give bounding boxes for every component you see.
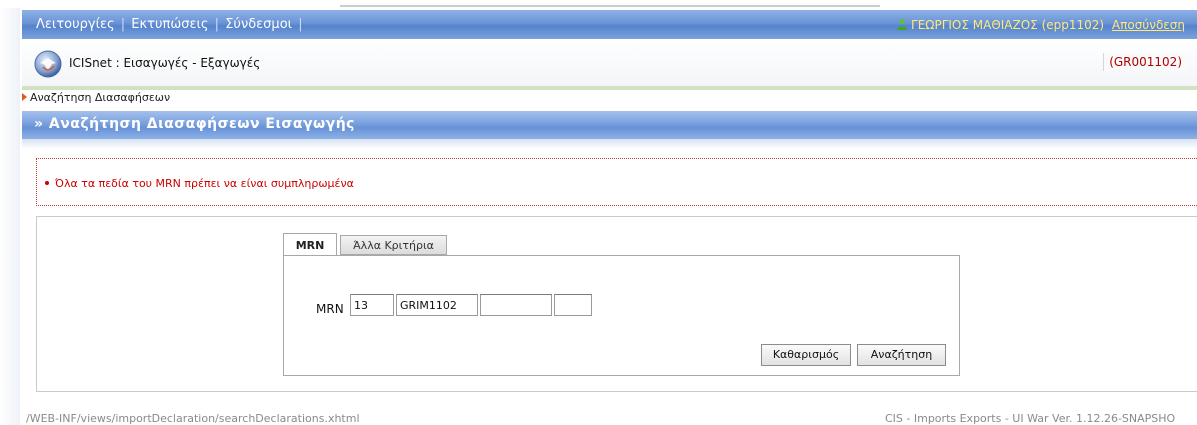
footer-view-path: /WEB-INF/views/importDeclaration/searchD… xyxy=(26,412,360,425)
app-logo-icon xyxy=(34,50,62,78)
office-code: (GR001102) xyxy=(1103,53,1187,71)
app-header: ICISnet : Εισαγωγές - Εξαγωγές (GR001102… xyxy=(22,40,1197,90)
menu-separator: | xyxy=(120,17,126,32)
user-icon xyxy=(897,18,908,30)
clear-button[interactable]: Καθαρισμός xyxy=(761,344,851,366)
logout-link[interactable]: Αποσύνδεση xyxy=(1112,18,1185,32)
mrn-label: MRN xyxy=(316,302,344,316)
error-message: Όλα τα πεδία του MRN πρέπει να είναι συμ… xyxy=(45,177,354,190)
error-panel: Όλα τα πεδία του MRN πρέπει να είναι συμ… xyxy=(36,158,1197,206)
app-title: ICISnet : Εισαγωγές - Εξαγωγές xyxy=(69,56,261,70)
user-name: ΓΕΩΡΓΙΟΣ ΜΑΘΙΑΖΟΣ (epp1102) xyxy=(911,18,1105,32)
footer-version: CIS - Imports Exports - UI War Ver. 1.12… xyxy=(885,412,1176,425)
error-text: Όλα τα πεδία του MRN πρέπει να είναι συμ… xyxy=(55,177,354,190)
menu-separator: | xyxy=(214,17,220,32)
section-title: » Αναζήτηση Διασαφήσεων Εισαγωγής xyxy=(34,116,355,132)
menu-separator: | xyxy=(298,17,303,32)
error-bullet-icon xyxy=(45,181,49,185)
breadcrumb-item[interactable]: Αναζήτηση Διασαφήσεων xyxy=(30,91,170,104)
breadcrumb: Αναζήτηση Διασαφήσεων xyxy=(22,91,170,104)
mrn-field-4[interactable] xyxy=(554,294,592,316)
mrn-field-3[interactable] xyxy=(480,294,552,316)
mrn-field-2[interactable] xyxy=(396,294,478,316)
window-top xyxy=(0,0,1197,8)
menu-item-prints[interactable]: Εκτυπώσεις xyxy=(131,17,208,32)
user-area: ΓΕΩΡΓΙΟΣ ΜΑΘΙΑΖΟΣ (epp1102) Αποσύνδεση xyxy=(896,18,1185,32)
search-button[interactable]: Αναζήτηση xyxy=(857,344,946,366)
menu-item-operations[interactable]: Λειτουργίες xyxy=(36,17,115,32)
section-header: » Αναζήτηση Διασαφήσεων Εισαγωγής xyxy=(22,111,1197,139)
section-shadow xyxy=(22,139,1197,149)
tab-mrn[interactable]: MRN xyxy=(283,233,337,256)
tab-other-criteria[interactable]: Άλλα Κριτήρια xyxy=(340,235,447,255)
breadcrumb-arrow-icon xyxy=(22,93,27,101)
main-menu: Λειτουργίες | Εκτυπώσεις | Σύνδεσμοι | xyxy=(36,17,305,32)
mrn-field-1[interactable] xyxy=(350,294,394,316)
top-rule xyxy=(340,5,880,7)
left-gutter xyxy=(0,0,20,425)
top-menu-bar: Λειτουργίες | Εκτυπώσεις | Σύνδεσμοι | Γ… xyxy=(22,10,1197,39)
menu-item-links[interactable]: Σύνδεσμοι xyxy=(225,17,292,32)
